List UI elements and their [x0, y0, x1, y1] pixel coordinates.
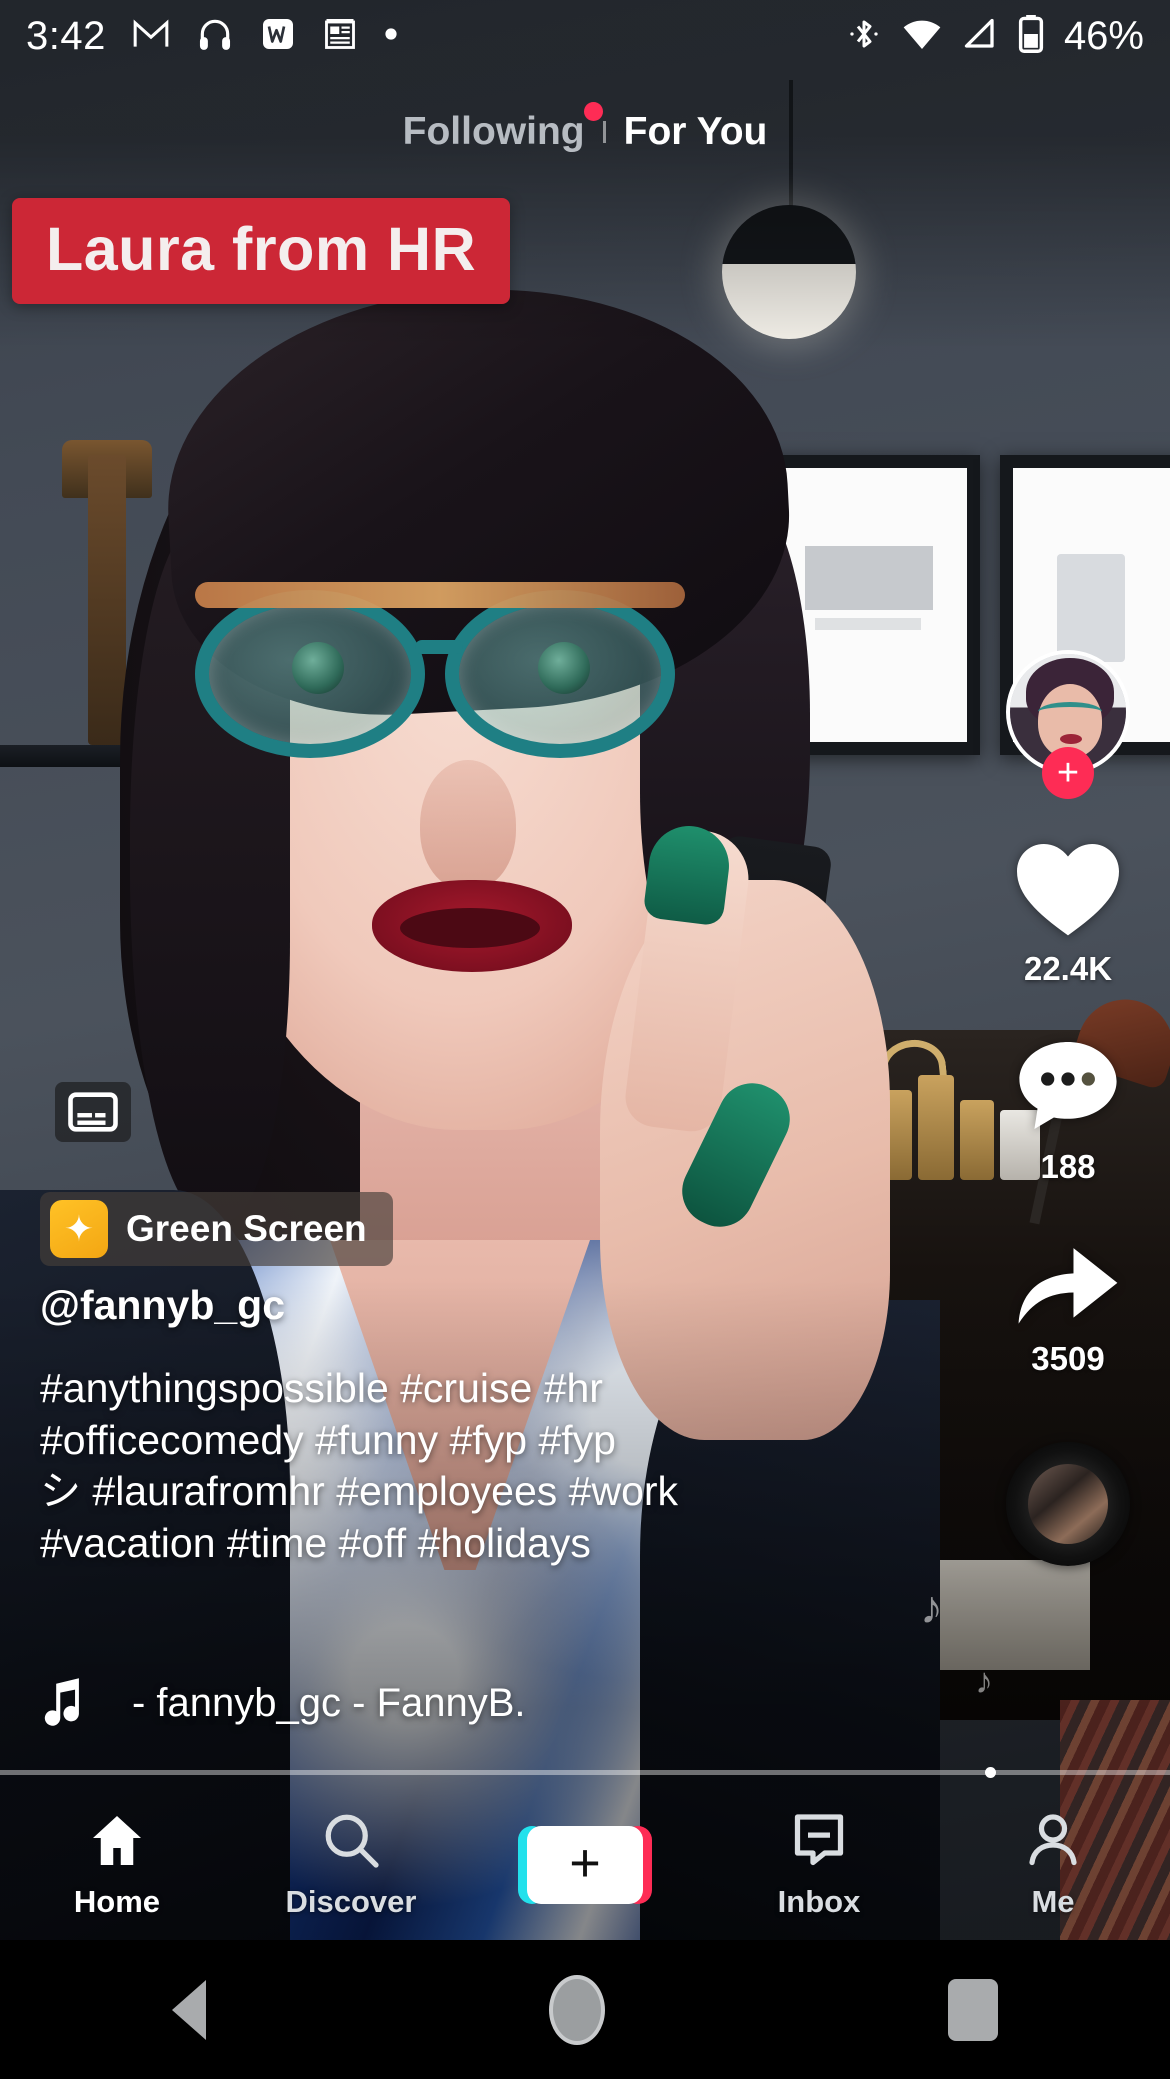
tab-for-you-label: For You — [623, 110, 768, 153]
heart-icon — [1017, 844, 1119, 936]
status-bar: 3:42 46% — [0, 0, 1170, 72]
like-count: 22.4K — [1023, 950, 1113, 987]
music-row[interactable]: - fannyb_gc - FannyB. — [40, 1676, 526, 1731]
battery-icon — [1018, 14, 1044, 58]
action-rail: + 22.4K 188 3509 — [988, 650, 1148, 1566]
battery-percent: 46% — [1063, 13, 1144, 58]
magic-wand-star-icon: ✦ — [50, 1200, 108, 1258]
bottom-tab-bar: Home Discover + Inbox Me — [0, 1790, 1170, 1940]
create-plus-icon[interactable]: + — [518, 1826, 652, 1904]
recents-square-icon[interactable] — [948, 1978, 999, 2041]
back-triangle-icon[interactable] — [171, 1979, 206, 2040]
music-note-icon — [40, 1676, 86, 1731]
caption-line-3[interactable]: シ #laurafromhr #employees #work — [40, 1466, 880, 1518]
cellular-icon — [962, 16, 998, 57]
tab-me[interactable]: Me — [936, 1810, 1170, 1920]
bluetooth-icon — [846, 16, 882, 57]
search-icon — [325, 1814, 379, 1868]
video-title-banner: Laura from HR — [12, 198, 511, 304]
caption-line-4[interactable]: #vacation #time #off #holidays — [40, 1518, 880, 1570]
tab-following[interactable]: Following — [402, 102, 603, 154]
tab-create[interactable]: + — [468, 1826, 702, 1904]
music-disc-icon[interactable] — [1006, 1442, 1130, 1566]
word-icon — [260, 16, 296, 57]
tab-for-you[interactable]: For You — [624, 110, 768, 154]
tab-divider — [602, 121, 606, 143]
tab-following-label: Following — [402, 110, 585, 153]
wifi-icon — [902, 16, 942, 57]
comment-button[interactable]: 188 — [1015, 1036, 1121, 1186]
effect-badge[interactable]: ✦ Green Screen — [40, 1192, 393, 1266]
subject-glasses — [195, 580, 780, 780]
tab-discover-label: Discover — [285, 1884, 417, 1919]
headphones-icon — [196, 15, 234, 58]
home-icon — [93, 1816, 141, 1865]
tab-home-label: Home — [73, 1884, 161, 1919]
feed-tabs: Following For You — [0, 102, 1170, 154]
tab-me-label: Me — [1031, 1884, 1075, 1919]
android-navigation-bar — [0, 1940, 1170, 2079]
phone-screen: 3:42 46% Following For You Laura from HR… — [0, 0, 1170, 2079]
news-icon — [322, 16, 358, 57]
share-button[interactable]: 3509 — [1013, 1234, 1123, 1378]
caption-line-1[interactable]: #anythingspossible #cruise #hr — [40, 1363, 880, 1415]
video-progress-knob[interactable] — [985, 1767, 996, 1778]
status-time: 3:42 — [26, 13, 106, 58]
effect-label: Green Screen — [126, 1208, 367, 1249]
share-count: 3509 — [1031, 1340, 1105, 1377]
share-arrow-icon — [1018, 1248, 1118, 1324]
closed-captions-icon[interactable] — [55, 1082, 131, 1142]
create-plus-glyph: + — [569, 1833, 601, 1893]
person-icon — [1029, 1814, 1077, 1866]
caption-line-2[interactable]: #officecomedy #funny #fyp #fyp — [40, 1415, 880, 1467]
floating-music-note-icon: ♪ — [920, 1581, 943, 1633]
home-circle-icon[interactable] — [548, 1974, 605, 2045]
following-badge-dot — [583, 102, 603, 121]
inbox-message-icon — [794, 1814, 844, 1866]
creator-handle[interactable]: @fannyb_gc — [40, 1282, 880, 1329]
like-button[interactable]: 22.4K — [1012, 838, 1124, 988]
follow-button[interactable]: + — [1042, 747, 1094, 799]
video-title-text: Laura from HR — [46, 215, 477, 283]
creator-avatar-wrap[interactable]: + — [1006, 650, 1130, 799]
music-title: - fannyb_gc - FannyB. — [132, 1681, 526, 1725]
tab-inbox[interactable]: Inbox — [702, 1810, 936, 1920]
tab-discover[interactable]: Discover — [234, 1810, 468, 1920]
tab-inbox-label: Inbox — [777, 1884, 861, 1919]
gmail-icon — [132, 15, 170, 58]
video-progress-bar[interactable] — [0, 1767, 1170, 1778]
comment-count: 188 — [1040, 1148, 1096, 1185]
caption-block: @fannyb_gc #anythingspossible #cruise #h… — [40, 1282, 880, 1570]
floating-music-note-icon-2: ♪ — [975, 1660, 993, 1701]
dot-icon — [384, 27, 398, 46]
tab-home[interactable]: Home — [0, 1810, 234, 1920]
comment-bubble-icon — [1019, 1041, 1117, 1129]
